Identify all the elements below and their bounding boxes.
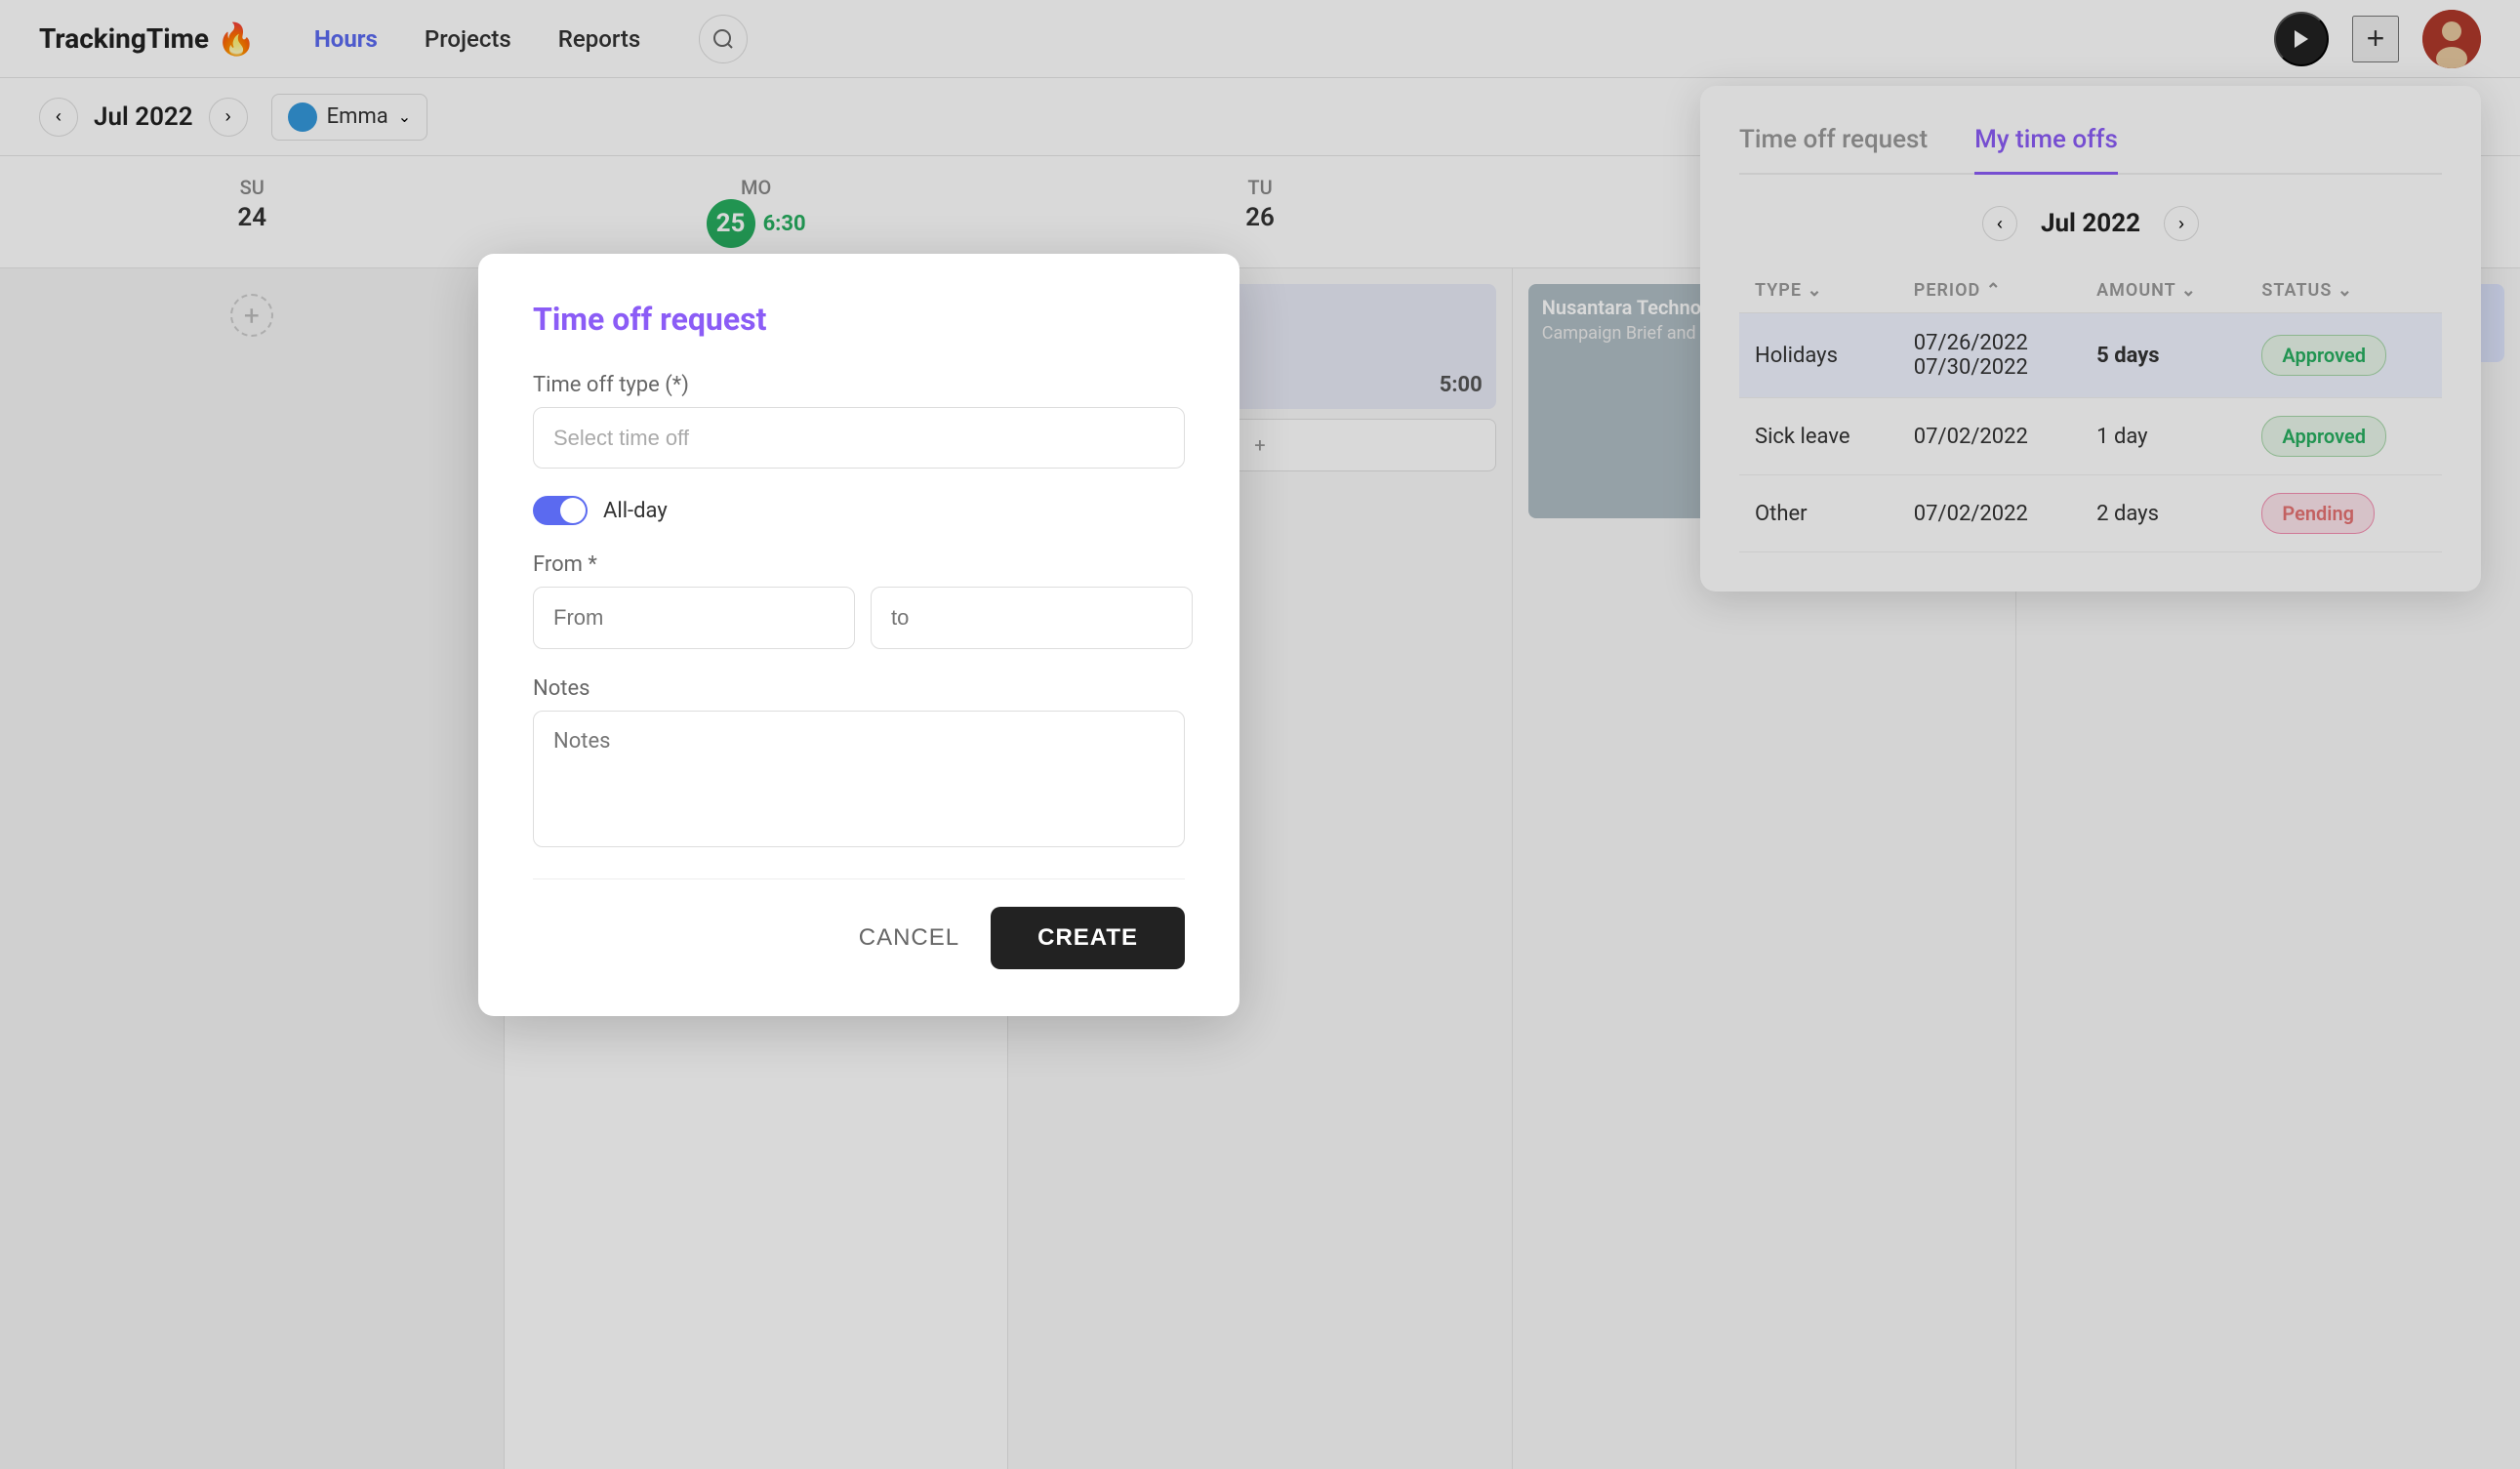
- form-group-from: From *: [533, 552, 1185, 649]
- modal-overlay: Time off request Time off type (*) Selec…: [0, 0, 2520, 1469]
- notes-label: Notes: [533, 676, 1185, 701]
- from-row: [533, 587, 1185, 649]
- to-input[interactable]: [871, 587, 1193, 649]
- notes-textarea[interactable]: [533, 711, 1185, 847]
- modal-title: Time off request: [533, 301, 1185, 338]
- modal-divider: [533, 878, 1185, 879]
- create-button[interactable]: CREATE: [991, 907, 1185, 969]
- cancel-button[interactable]: CANCEL: [859, 924, 959, 952]
- allday-label: All-day: [603, 499, 668, 523]
- from-label: From *: [533, 552, 1185, 577]
- allday-toggle[interactable]: [533, 496, 588, 525]
- modal-actions: CANCEL CREATE: [533, 907, 1185, 969]
- form-group-notes: Notes: [533, 676, 1185, 851]
- form-group-type: Time off type (*) Select time off: [533, 373, 1185, 469]
- toggle-knob: [560, 498, 586, 523]
- from-input[interactable]: [533, 587, 855, 649]
- allday-toggle-row: All-day: [533, 496, 1185, 525]
- type-select[interactable]: Select time off: [533, 407, 1185, 469]
- type-label: Time off type (*): [533, 373, 1185, 397]
- timeoff-request-modal: Time off request Time off type (*) Selec…: [478, 254, 1240, 1016]
